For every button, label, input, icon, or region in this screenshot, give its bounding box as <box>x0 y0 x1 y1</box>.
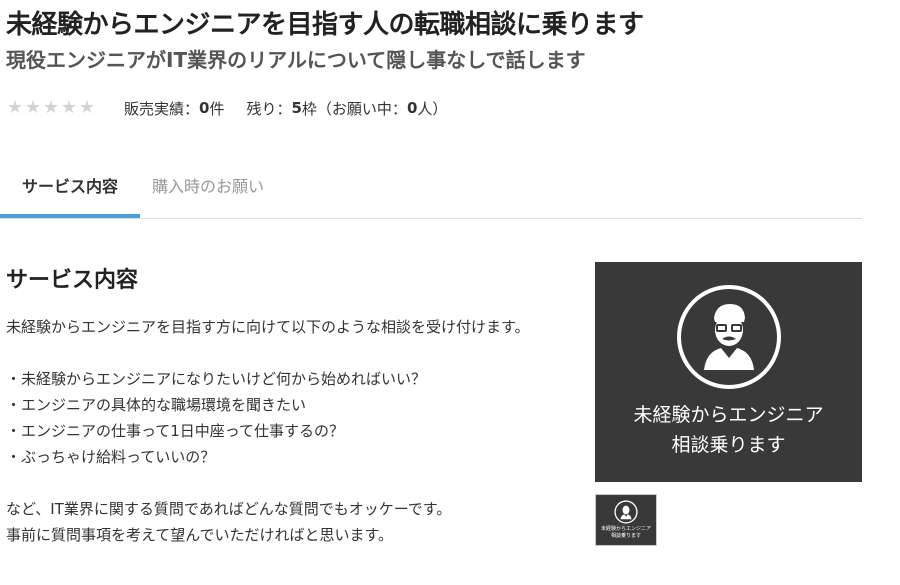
stats-bar: ★ ★ ★ ★ ★ 販売実績： 0 件 残り： 5 枠（お願い中： 0 人） <box>6 96 447 120</box>
star-icon: ★ <box>24 97 42 118</box>
remaining-unit: 枠（お願い中： <box>301 99 407 118</box>
section-title: サービス内容 <box>6 268 139 293</box>
service-main-image[interactable]: 未経験からエンジニア 相談乗ります <box>595 262 862 482</box>
star-icon: ★ <box>60 97 78 118</box>
star-icon: ★ <box>42 97 60 118</box>
description-line: 事前に質問事項を考えて望んでいただければと思います。 <box>6 526 394 544</box>
sales-unit: 件 <box>209 99 225 118</box>
description-line: など、IT業界に関する質問であればどんな質問でもオッケーです。 <box>6 500 452 518</box>
requesting-value: 0 <box>406 99 418 117</box>
thumbnail-caption-line1: 未経験からエンジニア <box>600 526 651 532</box>
person-with-glasses-icon <box>676 285 781 389</box>
description-line: 未経験からエンジニアを目指す方に向けて以下のような相談を受け付けます。 <box>6 318 530 336</box>
requesting-unit: 人） <box>417 99 448 118</box>
remaining-slots: 残り： 5 枠（お願い中： 0 人） <box>246 98 447 119</box>
image-caption-line1: 未経験からエンジニア <box>633 404 824 426</box>
thumbnail-caption-line2: 相談乗ります <box>610 533 641 539</box>
image-thumbnail[interactable]: 未経験からエンジニア 相談乗ります <box>595 494 657 546</box>
remaining-label: 残り： <box>246 99 292 118</box>
rating-stars: ★ ★ ★ ★ ★ <box>6 99 96 117</box>
sales-value: 0 <box>199 99 210 117</box>
image-caption: 未経験からエンジニア 相談乗ります <box>633 400 823 460</box>
page-subtitle: 現役エンジニアがIT業界のリアルについて隠し事なしで話します <box>6 48 586 72</box>
tab-bar: サービス内容 購入時のお願い <box>0 158 862 219</box>
remaining-value: 5 <box>291 99 302 117</box>
page-title: 未経験からエンジニアを目指す人の転職相談に乗ります <box>6 10 644 40</box>
tab-service-content[interactable]: サービス内容 <box>0 158 140 218</box>
star-icon: ★ <box>6 97 24 118</box>
tab-purchase-requests[interactable]: 購入時のお願い <box>152 158 264 216</box>
star-icon: ★ <box>78 97 96 118</box>
image-caption-line2: 相談乗ります <box>671 434 786 456</box>
description-line: ・エンジニアの具体的な職場環境を聞きたい <box>6 396 307 414</box>
thumbnail-caption: 未経験からエンジニア 相談乗ります <box>601 526 651 540</box>
description-line: ・未経験からエンジニアになりたいけど何から始めればいい？ <box>6 370 427 388</box>
sales-count: 販売実績： 0 件 <box>124 98 224 119</box>
service-description: 未経験からエンジニアを目指す方に向けて以下のような相談を受け付けます。 ・未経験… <box>6 314 576 548</box>
sales-label: 販売実績： <box>124 99 200 118</box>
person-with-glasses-icon <box>614 500 638 524</box>
description-line: ・エンジニアの仕事って1日中座って仕事するの？ <box>6 422 345 440</box>
description-line: ・ぶっちゃけ給料っていいの？ <box>6 448 216 466</box>
